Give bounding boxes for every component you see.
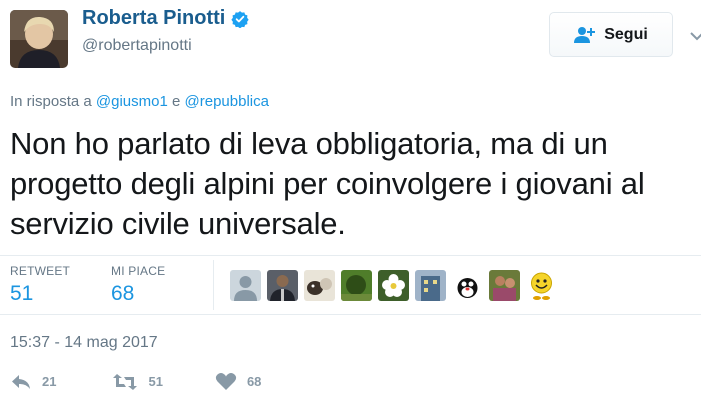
man-suit-avatar[interactable] (267, 270, 298, 301)
chevron-down-icon[interactable] (690, 28, 701, 41)
mention-link[interactable]: @repubblica (185, 93, 269, 110)
display-name-text[interactable]: Roberta Pinotti (82, 7, 225, 30)
heart-icon (215, 372, 237, 391)
nature-avatar[interactable] (341, 270, 372, 301)
retweet-stat[interactable]: RETWEET 51 (10, 264, 70, 306)
people-avatar[interactable] (489, 270, 520, 301)
reply-joiner: e (172, 93, 181, 110)
display-name[interactable]: Roberta Pinotti (82, 7, 249, 30)
divider (0, 314, 701, 315)
verified-badge-icon (231, 10, 249, 28)
cartoon-cat-avatar[interactable] (452, 270, 483, 301)
reply-context: In risposta a @giusmo1 e @repubblica (10, 93, 269, 110)
retweet-icon (112, 373, 138, 391)
reply-count: 21 (42, 374, 57, 389)
liker-avatars (230, 270, 557, 301)
like-count: 68 (246, 374, 262, 389)
follow-button[interactable]: Segui (549, 12, 673, 57)
smiley-avatar[interactable] (526, 270, 557, 301)
user-handle[interactable]: @robertapinotti (82, 37, 192, 55)
retweet-button[interactable]: 51 (112, 373, 163, 391)
tweet-text: Non ho parlato di leva obbligatoria, ma … (10, 126, 645, 241)
retweet-count: 51 (148, 374, 163, 389)
like-stat[interactable]: MI PIACE 68 (111, 264, 165, 306)
mention-link[interactable]: @giusmo1 (96, 93, 168, 110)
animals-avatar[interactable] (304, 270, 335, 301)
like-button[interactable]: 68 (215, 372, 261, 391)
like-stat-value[interactable]: 68 (111, 282, 165, 306)
reply-prefix: In risposta a (10, 93, 92, 110)
retweet-stat-value[interactable]: 51 (10, 282, 70, 306)
reply-icon (10, 373, 32, 391)
reply-button[interactable]: 21 (10, 373, 56, 391)
action-bar: 21 51 68 (10, 372, 261, 391)
tweet-timestamp[interactable]: 15:37 - 14 mag 2017 (10, 334, 158, 352)
add-user-icon (574, 26, 596, 44)
retweet-stat-label: RETWEET (10, 264, 71, 278)
default-avatar[interactable] (230, 270, 261, 301)
stat-separator (213, 260, 214, 310)
divider (0, 255, 701, 256)
follow-button-label: Segui (604, 25, 648, 43)
flower-avatar[interactable] (378, 270, 409, 301)
building-avatar[interactable] (415, 270, 446, 301)
avatar[interactable] (10, 10, 68, 68)
like-stat-label: MI PIACE (111, 264, 166, 278)
